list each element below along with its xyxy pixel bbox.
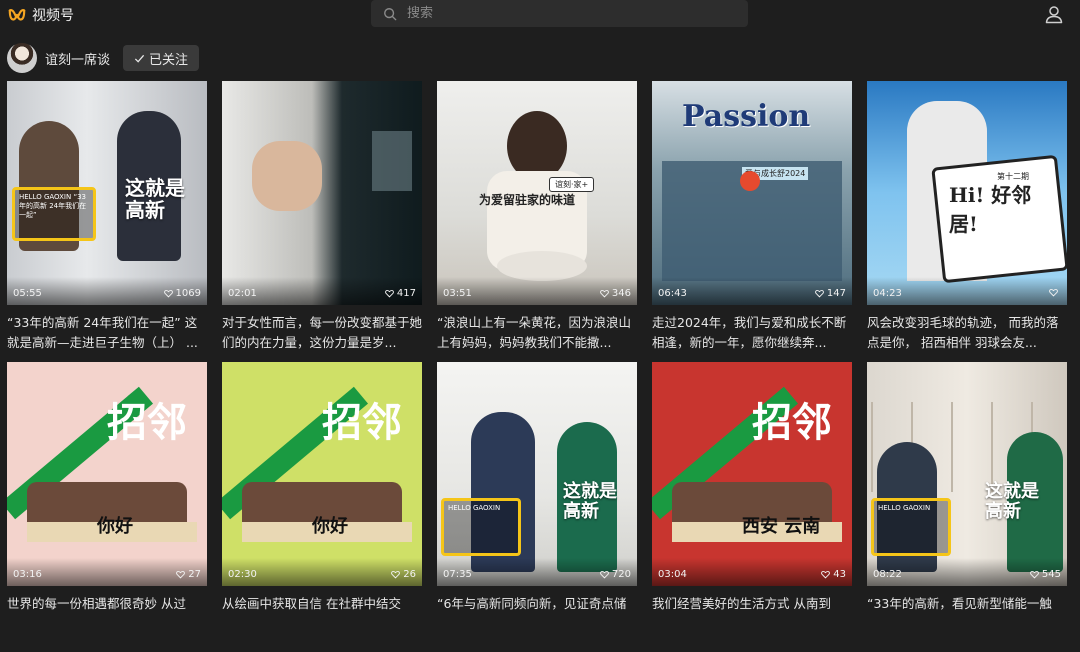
search-icon [384,7,397,20]
like-count: 1069 [163,288,201,299]
thumbnail-image: 招邻 你好 [7,362,207,586]
account-name[interactable]: 谊刻一席谈 [45,49,110,68]
video-meta-bar: 06:43 147 [652,277,852,305]
thumbnail-image: HELLO GAOXIN “33年的高新 24年我们在一起” 这就是高新 [7,81,207,305]
thumbnail-image [222,81,422,305]
heart-icon [1030,571,1039,579]
video-meta-bar: 02:30 26 [222,558,422,586]
heart-icon [821,571,831,579]
thumbnail-image: Hi! 好邻居! 第十二期 [867,81,1067,305]
video-duration: 03:51 [443,288,472,299]
heart-icon [815,290,824,298]
thumbnail-image: HELLO GAOXIN 这就是高新 [437,362,637,586]
heart-icon [600,571,609,579]
user-profile-icon[interactable] [1044,4,1064,24]
like-count: 26 [391,569,416,580]
like-count-value: 26 [403,569,416,580]
video-meta-bar: 03:04 43 [652,558,852,586]
video-title[interactable]: 对于女性而言，每一份改变都基于她们的内在力量，这份力量是岁... [222,313,422,353]
video-thumbnail[interactable]: HELLO GAOXIN 这就是高新 08:22 545 [867,362,1067,586]
video-title[interactable]: “浪浪山上有一朵黄花，因为浪浪山上有妈妈，妈妈教我们不能撒... [437,313,637,353]
video-thumbnail[interactable]: HELLO GAOXIN 这就是高新 07:35 720 [437,362,637,586]
video-duration: 02:30 [228,569,257,580]
like-count-value: 1069 [175,288,201,299]
like-count: 417 [385,288,416,299]
search-input[interactable] [405,5,729,22]
video-title[interactable]: 世界的每一份相遇都很奇妙 从过 [7,594,207,614]
heart-icon [1049,289,1058,297]
thumbnail-image: 招邻 西安 云南 [652,362,852,586]
video-duration: 05:55 [13,288,42,299]
video-title[interactable]: 从绘画中获取自信 在社群中结交 [222,594,422,614]
video-meta-bar: 08:22 545 [867,558,1067,586]
video-thumbnail[interactable]: Hi! 好邻居! 第十二期 04:23 [867,81,1067,305]
video-meta-bar: 03:51 346 [437,277,637,305]
like-count-value: 417 [396,288,416,299]
video-duration: 06:43 [658,288,687,299]
heart-icon [176,571,186,579]
avatar[interactable] [7,43,37,73]
like-count-value: 346 [611,288,631,299]
search-box[interactable] [371,0,748,27]
video-thumbnail[interactable]: HELLO GAOXIN “33年的高新 24年我们在一起” 这就是高新 05:55… [7,81,207,305]
heart-icon [600,290,609,298]
video-title[interactable]: “6年与高新同频向新，见证奇点储 [437,594,637,614]
thumbnail-image: 为爱留驻家的味道 谊刻·家+ [437,81,637,305]
account-header: 谊刻一席谈 已关注 [7,43,200,73]
channels-logo-icon [8,9,26,21]
video-thumbnail[interactable]: 招邻 你好 03:16 27 [7,362,207,586]
video-duration: 03:16 [13,569,42,580]
video-meta-bar: 04:23 [867,277,1067,305]
video-duration: 08:22 [873,569,902,580]
like-count: 346 [600,288,631,299]
followed-button[interactable]: 已关注 [123,45,200,71]
like-count-value: 147 [826,288,846,299]
video-meta-bar: 03:16 27 [7,558,207,586]
caption-box: HELLO GAOXIN [871,498,951,556]
video-duration: 07:35 [443,569,472,580]
like-count-value: 27 [188,569,201,580]
like-count [1049,288,1061,297]
video-thumbnail[interactable]: 招邻 你好 02:30 26 [222,362,422,586]
video-thumbnail[interactable]: Passion 爱与成长舒2024 06:43 147 [652,81,852,305]
like-count: 545 [1030,569,1061,580]
like-count: 720 [600,569,631,580]
video-meta-bar: 02:01 417 [222,277,422,305]
like-count: 27 [176,569,201,580]
video-title[interactable]: 我们经营美好的生活方式 从南到 [652,594,852,614]
video-meta-bar: 05:55 1069 [7,277,207,305]
heart-icon [385,290,394,298]
thumbnail-image: HELLO GAOXIN 这就是高新 [867,362,1067,586]
video-duration: 02:01 [228,288,257,299]
like-count: 43 [821,569,846,580]
video-thumbnail[interactable]: 02:01 417 [222,81,422,305]
heart-icon [163,290,173,298]
caption-box: HELLO GAOXIN [441,498,521,556]
video-meta-bar: 07:35 720 [437,558,637,586]
video-duration: 04:23 [873,288,902,299]
video-title[interactable]: “33年的高新 24年我们在一起” 这就是高新—走进巨子生物（上） ... [7,313,207,353]
top-bar: 视频号 [0,0,1080,30]
video-duration: 03:04 [658,569,687,580]
video-title[interactable]: “33年的高新，看见新型储能一触 [867,594,1067,614]
video-thumbnail[interactable]: 招邻 西安 云南 03:04 43 [652,362,852,586]
video-title[interactable]: 风会改变羽毛球的轨迹， 而我的落点是你， 招西相伴 羽球会友... [867,313,1067,353]
like-count: 147 [815,288,846,299]
caption-box: HELLO GAOXIN “33年的高新 24年我们在一起” [12,187,96,241]
check-icon [134,54,145,63]
app-logo[interactable]: 视频号 [8,5,74,25]
thumbnail-image: Passion 爱与成长舒2024 [652,81,852,305]
like-count-value: 720 [611,569,631,580]
followed-label: 已关注 [149,52,189,68]
video-title[interactable]: 走过2024年，我们与爱和成长不断相逢，新的一年，愿你继续奔... [652,313,852,353]
app-name: 视频号 [32,8,74,24]
heart-icon [391,571,401,579]
like-count-value: 545 [1041,569,1061,580]
like-count-value: 43 [833,569,846,580]
thumbnail-image: 招邻 你好 [222,362,422,586]
video-thumbnail[interactable]: 为爱留驻家的味道 谊刻·家+ 03:51 346 [437,81,637,305]
